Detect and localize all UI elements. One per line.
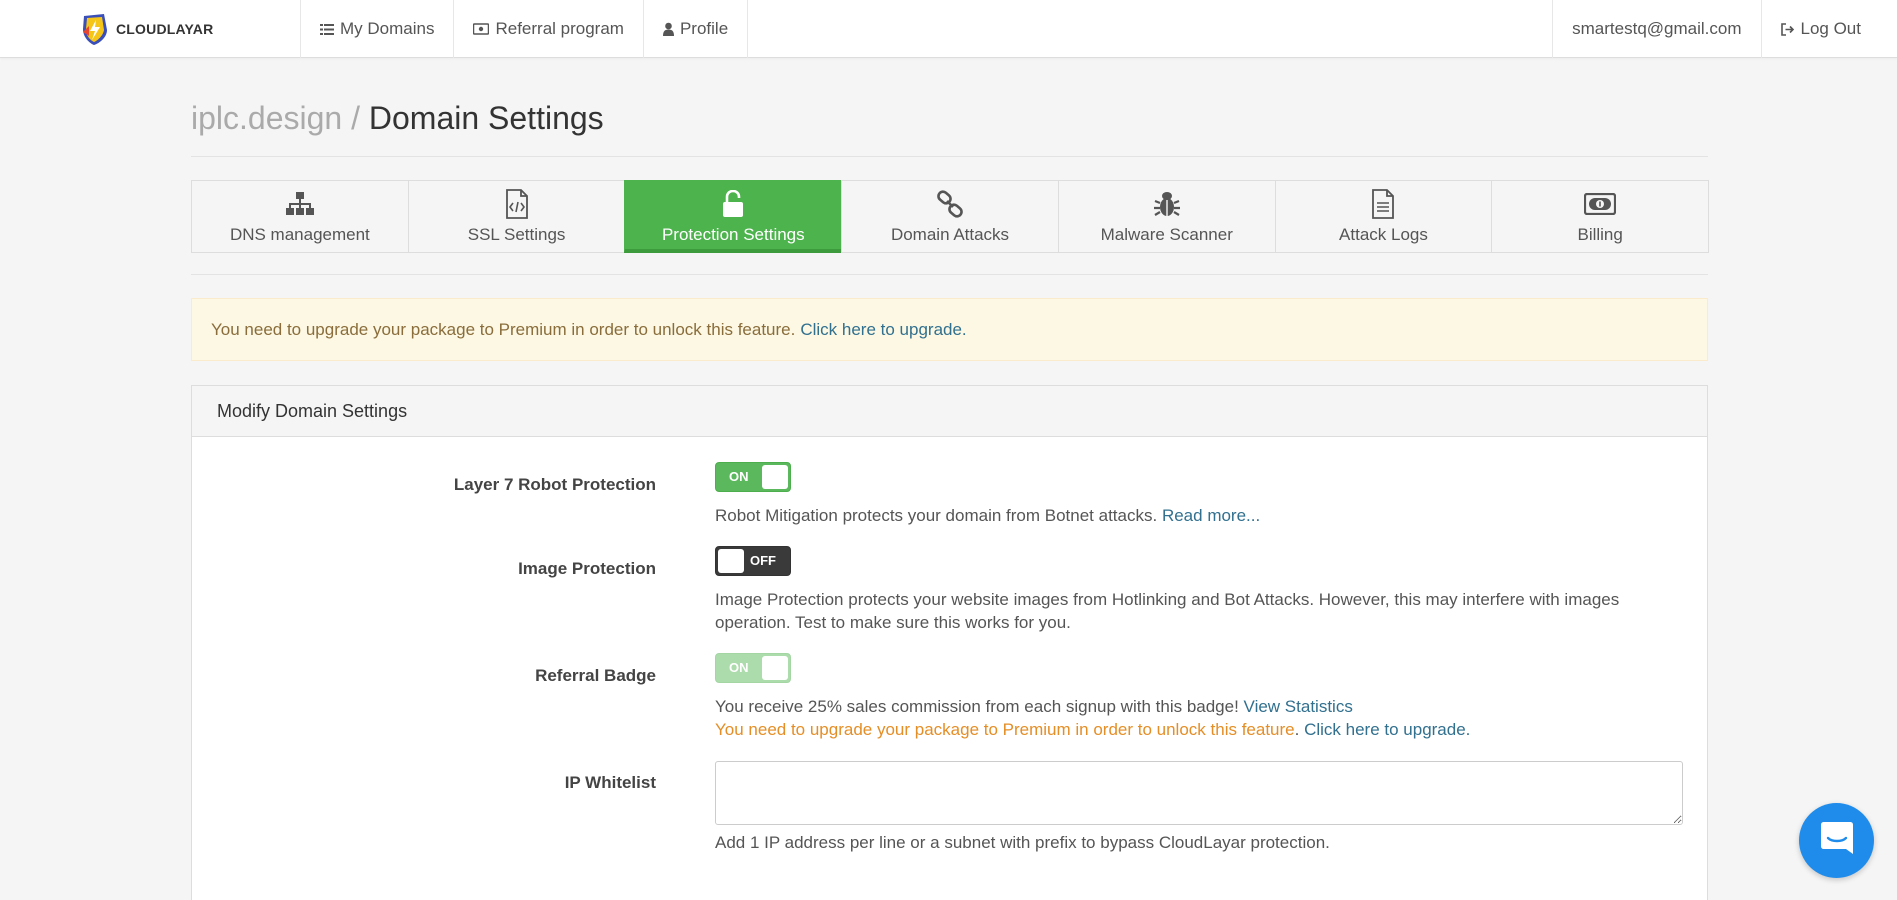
page-title: iplc.design / Domain Settings — [191, 100, 604, 137]
nav-my-domains[interactable]: My Domains — [301, 0, 455, 58]
tab-label: Malware Scanner — [1100, 225, 1233, 244]
robot-protection-help: Robot Mitigation protects your domain fr… — [715, 504, 1683, 527]
referral-upgrade-notice: You need to upgrade your package to Prem… — [715, 720, 1471, 739]
upgrade-alert: You need to upgrade your package to Prem… — [191, 298, 1708, 361]
nav-profile[interactable]: Profile — [644, 0, 749, 58]
nav-profile-label: Profile — [679, 19, 729, 38]
robot-help-text: Robot Mitigation protects your domain fr… — [715, 506, 1158, 525]
chat-icon — [1818, 819, 1856, 862]
domain-settings-panel: Modify Domain Settings Layer 7 Robot Pro… — [191, 385, 1708, 900]
tab-attack-logs[interactable]: Attack Logs — [1274, 180, 1493, 253]
toggle-state: ON — [729, 660, 749, 675]
top-navbar: CLOUDLAYAR My Domains Referral program P… — [0, 0, 1897, 58]
user-icon — [662, 22, 674, 36]
user-email-link[interactable]: smartestq@gmail.com — [1553, 0, 1762, 58]
nav-referral-label: Referral program — [495, 19, 624, 38]
file-text-icon — [1371, 189, 1395, 219]
referral-upgrade-link[interactable]: Click here to upgrade. — [1304, 720, 1470, 739]
upgrade-link[interactable]: Click here to upgrade. — [800, 320, 966, 340]
tab-label: Billing — [1577, 225, 1623, 244]
tab-label: DNS management — [229, 225, 370, 244]
tab-label: Attack Logs — [1339, 225, 1428, 244]
brand-logo[interactable]: CLOUDLAYAR — [80, 12, 213, 46]
toggle-state: ON — [729, 469, 749, 484]
shield-logo-icon — [83, 14, 107, 45]
tab-protection-settings[interactable]: Protection Settings — [624, 180, 843, 253]
tab-malware-scanner[interactable]: Malware Scanner — [1057, 180, 1276, 253]
user-email: smartestq@gmail.com — [1572, 19, 1742, 38]
robot-protection-label: Layer 7 Robot Protection — [453, 475, 656, 494]
referral-help-text: You receive 25% sales commission from ea… — [715, 697, 1239, 716]
tab-dns-management[interactable]: DNS management — [191, 180, 409, 253]
toggle-knob — [718, 549, 744, 573]
brand-name: CLOUDLAYAR — [116, 21, 214, 37]
tab-label: Protection Settings — [661, 225, 805, 244]
link-icon — [936, 189, 964, 219]
logout-label: Log Out — [1800, 19, 1862, 38]
tab-label: Domain Attacks — [890, 225, 1010, 244]
tab-billing[interactable]: Billing — [1491, 180, 1710, 253]
nav-my-domains-label: My Domains — [340, 19, 435, 38]
divider — [191, 274, 1708, 275]
tab-label: SSL Settings — [467, 225, 566, 244]
code-file-icon — [505, 189, 529, 219]
image-protection-label: Image Protection — [518, 559, 656, 578]
main-nav: My Domains Referral program Profile — [300, 0, 749, 58]
page-title-text: Domain Settings — [368, 100, 604, 136]
robot-protection-toggle[interactable]: ON — [715, 462, 791, 492]
ip-whitelist-label: IP Whitelist — [564, 773, 656, 792]
divider — [191, 156, 1708, 157]
user-nav: smartestq@gmail.com Log Out — [1552, 0, 1897, 58]
referral-badge-label: Referral Badge — [535, 666, 656, 685]
tab-domain-attacks[interactable]: Domain Attacks — [841, 180, 1059, 253]
bug-icon — [1153, 189, 1181, 219]
money-bill-icon — [1584, 189, 1617, 219]
chat-launcher-button[interactable] — [1799, 803, 1874, 878]
alert-text: You need to upgrade your package to Prem… — [211, 319, 796, 339]
logout-link[interactable]: Log Out — [1762, 0, 1897, 58]
read-more-link[interactable]: Read more... — [1162, 506, 1260, 525]
list-icon — [320, 23, 334, 36]
nav-referral-program[interactable]: Referral program — [454, 0, 644, 58]
ip-whitelist-input[interactable] — [715, 761, 1683, 825]
view-statistics-link[interactable]: View Statistics — [1244, 697, 1353, 716]
referral-badge-help: You receive 25% sales commission from ea… — [715, 695, 1683, 718]
toggle-knob — [762, 656, 788, 680]
money-icon — [473, 23, 490, 35]
toggle-knob — [762, 465, 788, 489]
ip-whitelist-help: Add 1 IP address per line or a subnet wi… — [715, 833, 1330, 852]
breadcrumb-domain[interactable]: iplc.design / — [191, 100, 360, 136]
sitemap-icon — [285, 189, 315, 219]
tab-ssl-settings[interactable]: SSL Settings — [407, 180, 626, 253]
image-protection-toggle[interactable]: OFF — [715, 546, 791, 576]
image-protection-help: Image Protection protects your website i… — [715, 590, 1620, 632]
sign-out-icon — [1780, 22, 1795, 36]
panel-heading: Modify Domain Settings — [192, 386, 1707, 437]
toggle-state: OFF — [750, 553, 776, 568]
unlock-icon — [722, 189, 744, 219]
settings-tabs: DNS management SSL Settings Protection S… — [191, 180, 1710, 253]
referral-badge-toggle[interactable]: ON — [715, 653, 791, 683]
referral-warn-text: You need to upgrade your package to Prem… — [715, 720, 1295, 739]
